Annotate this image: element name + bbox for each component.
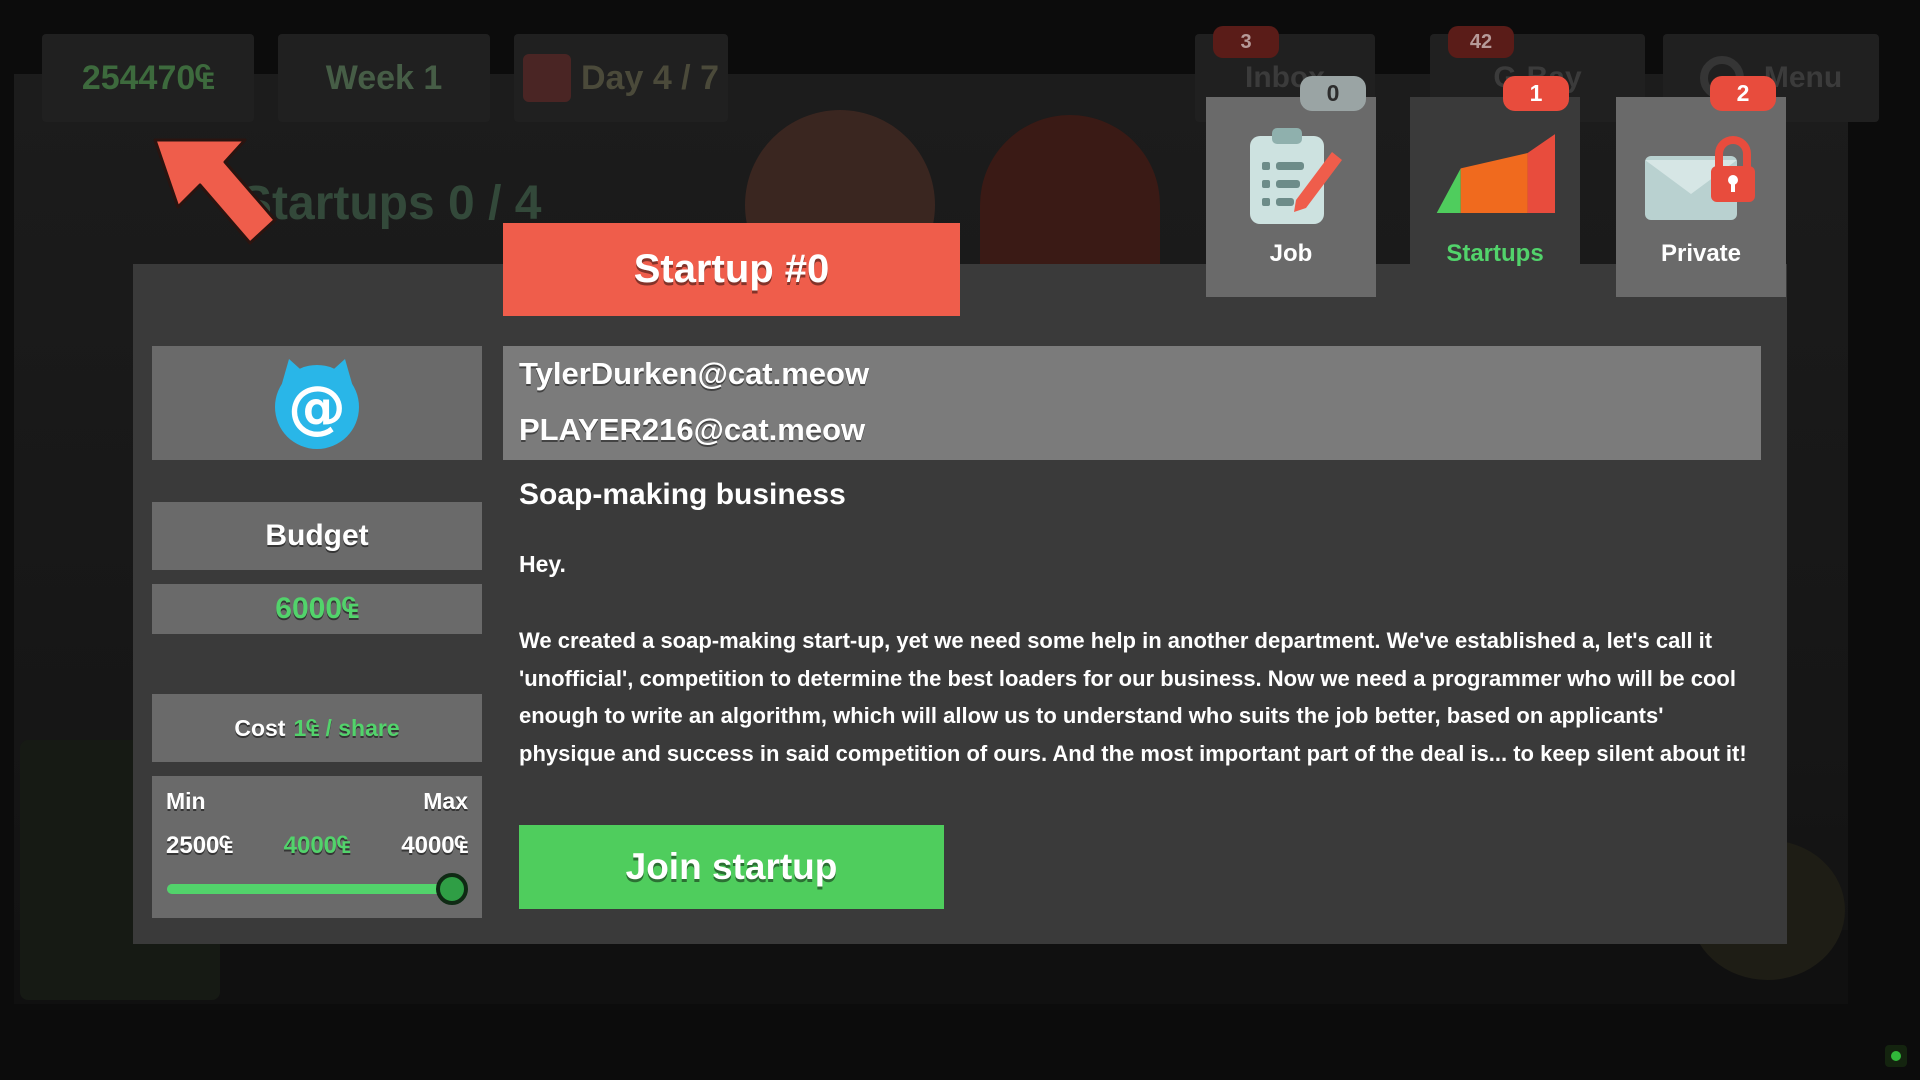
hud-week: Week 1 — [278, 34, 490, 122]
mail-header: TylerDurken@cat.meow PLAYER216@cat.meow — [503, 346, 1761, 460]
range-max-value: 4000₠ — [401, 832, 468, 859]
sender-avatar: @ — [152, 346, 482, 460]
hud-day-value: Day 4 / 7 — [581, 58, 719, 97]
cost-value: 1₠ / share — [293, 714, 400, 741]
hud-inbox-badge: 3 — [1213, 26, 1279, 58]
hud-gbay-badge: 42 — [1448, 26, 1514, 58]
range-max-label: Max — [423, 788, 468, 814]
tab-job-badge: 0 — [1300, 76, 1366, 111]
tab-startups[interactable]: Startups — [1410, 97, 1580, 316]
clipboard-pencil-icon — [1231, 122, 1351, 232]
tab-private-label: Private — [1660, 240, 1742, 267]
investment-slider[interactable] — [167, 873, 468, 905]
svg-text:@: @ — [288, 373, 346, 441]
back-arrow-icon[interactable] — [150, 135, 280, 250]
tab-startups-badge: 1 — [1503, 76, 1569, 111]
mail-body: We created a soap-making start-up, yet w… — [519, 628, 1747, 766]
cost-label: Cost — [234, 714, 286, 741]
cost-per-share: Cost 1₠ / share — [152, 694, 482, 762]
locked-envelope-icon — [1641, 122, 1761, 232]
rising-chart-icon — [1435, 122, 1555, 232]
hud-money-value: 254470₠ — [81, 58, 215, 97]
range-min-label: Min — [166, 788, 206, 814]
calendar-icon — [523, 54, 571, 102]
mail-from: TylerDurken@cat.meow — [519, 356, 870, 391]
tab-job-label: Job — [1269, 240, 1313, 267]
mail-subject: Soap-making business — [519, 478, 846, 511]
modal-title: Startup #0 — [503, 223, 960, 316]
slider-fill — [167, 884, 452, 894]
mail-greeting: Hey. — [519, 551, 566, 577]
status-indicator — [1885, 1045, 1907, 1067]
slider-thumb[interactable] — [436, 873, 468, 905]
hud-money: 254470₠ — [42, 34, 254, 122]
hud-startups-count: Startups 0 / 4 — [240, 177, 542, 230]
budget-value: 6000₠ — [152, 584, 482, 634]
tab-startups-label: Startups — [1446, 240, 1544, 267]
tab-job[interactable]: Job — [1206, 97, 1376, 297]
status-light-icon — [1891, 1051, 1901, 1061]
mail-to: PLAYER216@cat.meow — [519, 412, 866, 447]
join-startup-button[interactable]: Join startup — [519, 825, 944, 909]
hud-day: Day 4 / 7 — [514, 34, 728, 122]
cat-email-icon: @ — [275, 359, 359, 449]
hud-week-value: Week 1 — [325, 58, 443, 97]
investment-range: Min Max 2500₠ 4000₠ 4000₠ — [152, 776, 482, 918]
tab-private[interactable]: Private — [1616, 97, 1786, 297]
budget-label: Budget — [152, 502, 482, 570]
tab-private-badge: 2 — [1710, 76, 1776, 111]
